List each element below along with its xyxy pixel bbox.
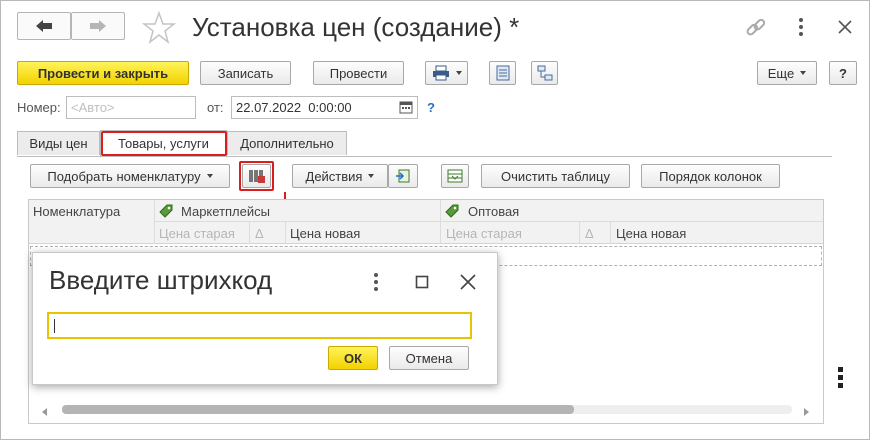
date-value: 22.07.2022 0:00:00: [236, 100, 352, 115]
scroll-right-icon[interactable]: [801, 405, 811, 416]
import-icon: [396, 169, 410, 183]
actions-label: Действия: [305, 168, 363, 184]
table-more-icon[interactable]: [836, 365, 846, 391]
column-nomenclature[interactable]: Номенклатура: [33, 204, 120, 219]
close-icon[interactable]: [836, 18, 854, 36]
clear-table-button[interactable]: Очистить таблицу: [481, 164, 630, 188]
more-label: Еще: [767, 65, 795, 81]
ok-button[interactable]: ОК: [328, 346, 378, 370]
column-divider: [610, 222, 611, 244]
column-order-button[interactable]: Порядок колонок: [641, 164, 780, 188]
import-button[interactable]: [388, 164, 418, 188]
actions-button[interactable]: Действия: [292, 164, 388, 188]
column-divider: [285, 222, 286, 244]
column-old-price-2[interactable]: Цена старая: [446, 226, 522, 241]
date-from-label: от:: [207, 100, 224, 115]
price-tag-icon: [444, 203, 460, 219]
calendar-icon[interactable]: [399, 100, 414, 114]
report-button[interactable]: [489, 61, 516, 85]
column-divider: [579, 222, 580, 244]
price-tag-icon: [158, 203, 174, 219]
window-title: Установка цен (создание) *: [192, 12, 520, 42]
table-fill-icon: [447, 169, 463, 183]
cancel-button[interactable]: Отмена: [389, 346, 469, 370]
more-button[interactable]: Еще: [757, 61, 817, 85]
tabs-baseline: [17, 156, 832, 157]
table-header: [29, 200, 823, 244]
number-label: Номер:: [17, 100, 61, 115]
link-icon[interactable]: [743, 15, 769, 41]
pick-nomenclature-label: Подобрать номенклатуру: [47, 168, 201, 184]
barcode-input[interactable]: [47, 312, 472, 339]
column-divider: [440, 200, 441, 244]
column-divider: [154, 200, 155, 244]
dialog-close-icon[interactable]: [459, 273, 477, 291]
more-vertical-icon[interactable]: [795, 16, 807, 38]
number-field[interactable]: <Авто>: [66, 96, 196, 119]
dialog-more-icon[interactable]: [370, 272, 382, 294]
help-button[interactable]: ?: [829, 61, 857, 85]
date-help-link[interactable]: ?: [427, 100, 435, 115]
pick-nomenclature-button[interactable]: Подобрать номенклатуру: [30, 164, 230, 188]
write-button[interactable]: Записать: [200, 61, 291, 85]
maximize-icon[interactable]: [415, 275, 429, 289]
favorite-star-icon[interactable]: [141, 10, 177, 45]
column-divider: [249, 222, 250, 244]
scroll-left-icon[interactable]: [40, 405, 50, 416]
hierarchy-icon: [537, 65, 552, 81]
arrow-right-icon: [90, 20, 106, 32]
post-and-close-button[interactable]: Провести и закрыть: [17, 61, 189, 85]
column-old-price-1[interactable]: Цена старая: [159, 226, 235, 241]
text-cursor: [54, 318, 55, 333]
column-new-price-1[interactable]: Цена новая: [290, 226, 360, 241]
post-button[interactable]: Провести: [313, 61, 404, 85]
column-group-marketplaces[interactable]: Маркетплейсы: [181, 204, 270, 219]
tab-highlight-frame: [101, 131, 227, 156]
back-button[interactable]: [17, 12, 71, 40]
column-delta-1[interactable]: Δ: [255, 226, 264, 241]
dialog-title: Введите штрихкод: [49, 265, 273, 295]
forward-button[interactable]: [71, 12, 125, 40]
tab-price-types[interactable]: Виды цен: [17, 131, 100, 155]
document-list-icon: [496, 65, 509, 81]
column-new-price-2[interactable]: Цена новая: [616, 226, 686, 241]
arrow-left-icon: [36, 20, 52, 32]
barcode-highlight-frame: [239, 161, 274, 191]
structure-button[interactable]: [531, 61, 558, 85]
fill-button[interactable]: [441, 164, 469, 188]
column-group-wholesale[interactable]: Оптовая: [468, 204, 519, 219]
printer-icon: [432, 65, 449, 81]
tab-additional[interactable]: Дополнительно: [227, 131, 347, 155]
date-field[interactable]: 22.07.2022 0:00:00: [231, 96, 418, 119]
h-scroll-thumb[interactable]: [62, 405, 574, 414]
column-delta-2[interactable]: Δ: [585, 226, 594, 241]
header-divider: [155, 221, 823, 222]
print-button[interactable]: [425, 61, 468, 85]
